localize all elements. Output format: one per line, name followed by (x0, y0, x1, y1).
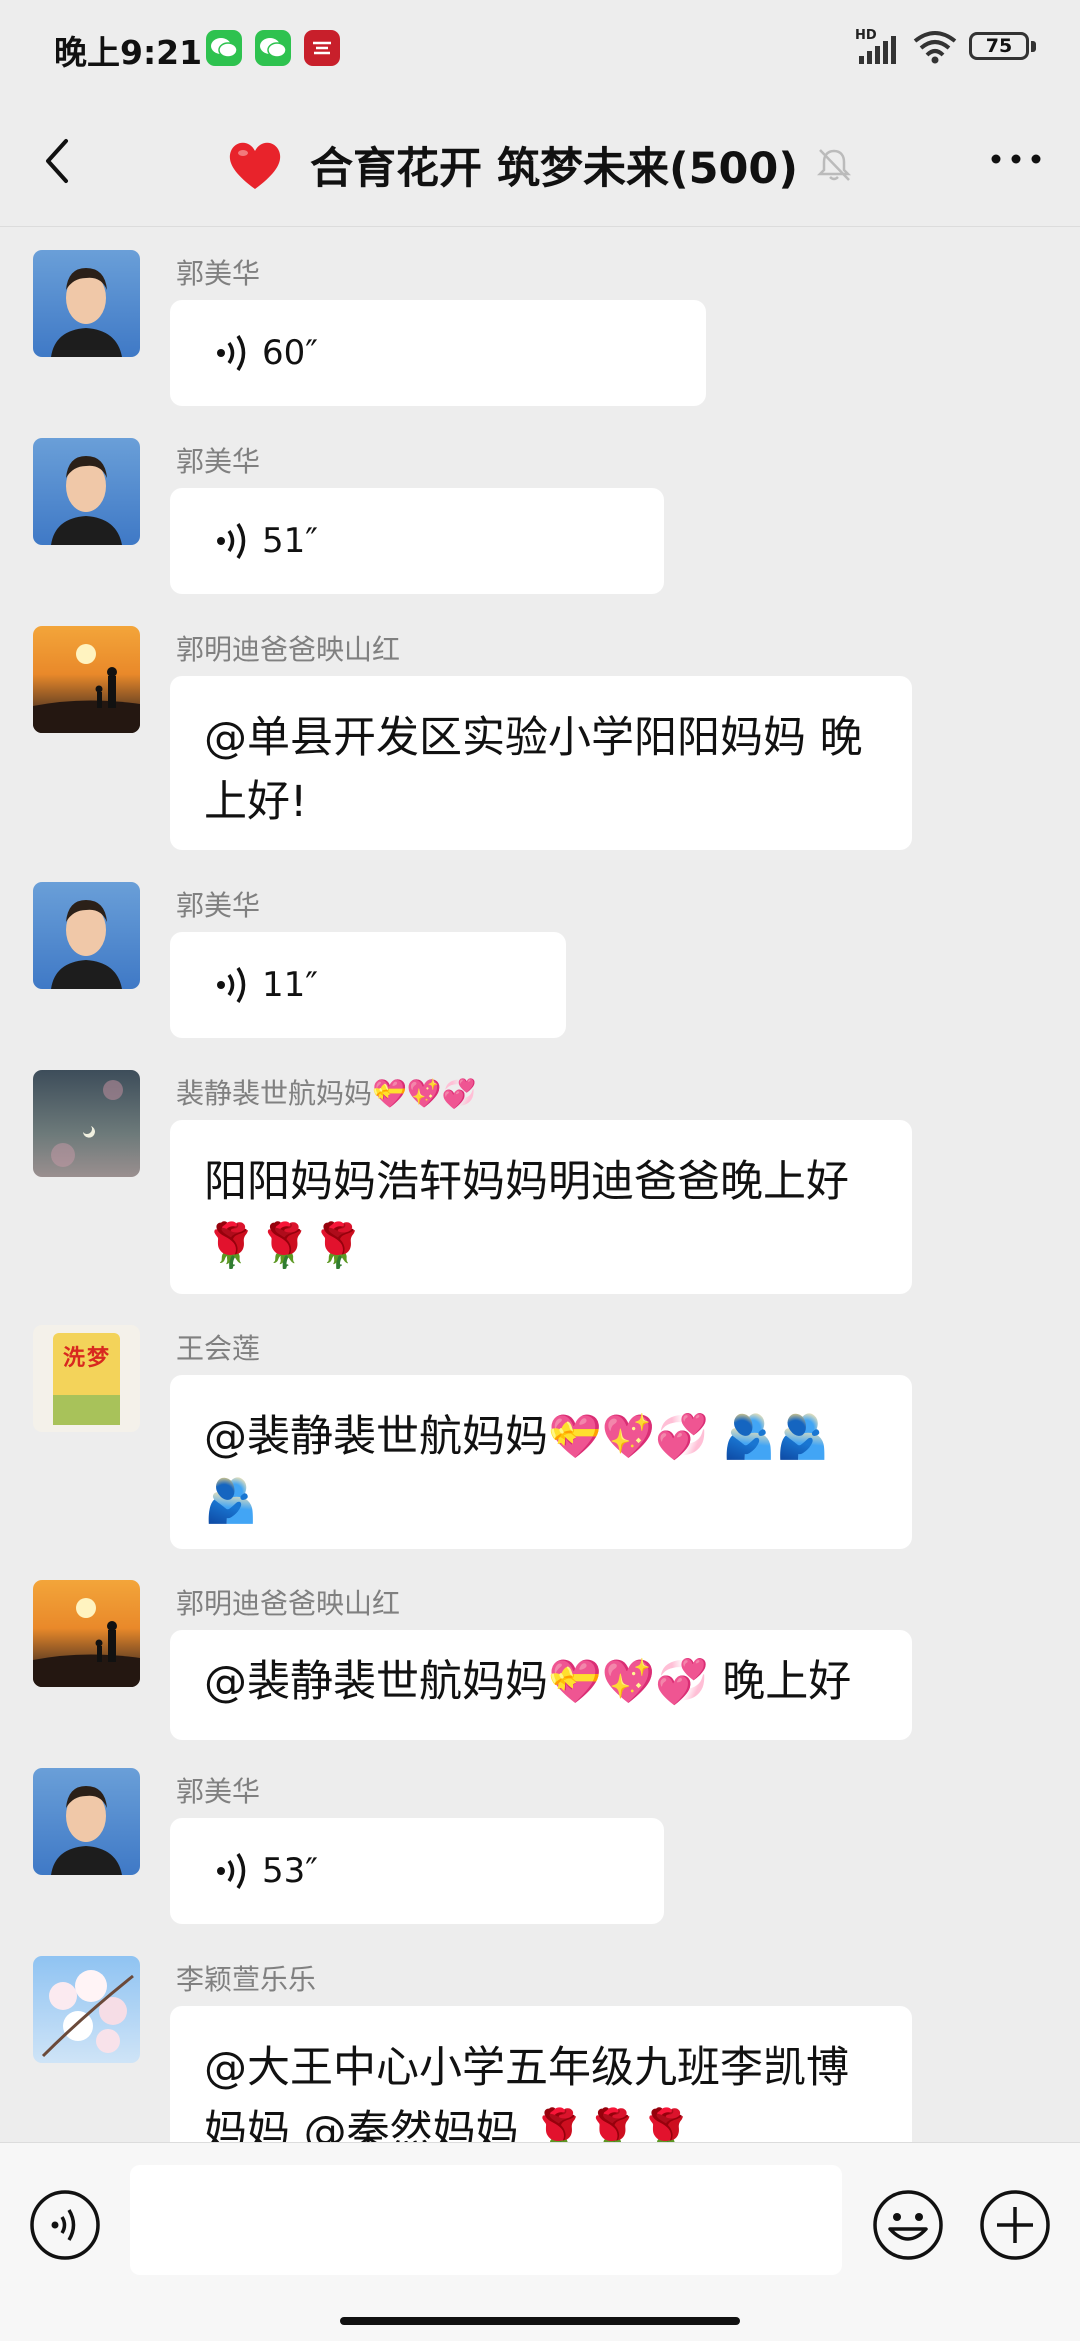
emoji-icon[interactable] (872, 2189, 944, 2261)
more-icon[interactable] (986, 144, 1046, 174)
avatar[interactable] (33, 1070, 140, 1177)
chat-title[interactable]: 合育花开 筑梦未来(500) (310, 134, 798, 196)
voice-duration: 53″ (262, 1851, 318, 1891)
voice-message[interactable]: 53″ (170, 1818, 664, 1924)
voice-icon (217, 335, 246, 371)
avatar[interactable] (33, 882, 140, 989)
voice-input-icon[interactable] (29, 2189, 101, 2261)
voice-message[interactable]: 60″ (170, 300, 706, 406)
sender-name: 李颖萱乐乐 (176, 1963, 317, 1996)
message-input[interactable] (130, 2165, 842, 2275)
status-bar: 晚上9:21 HD 75 (0, 0, 1080, 96)
avatar[interactable]: 洗梦 (33, 1325, 140, 1432)
voice-icon (217, 967, 246, 1003)
sender-name: 郭明迪爸爸映山红 (176, 1587, 401, 1620)
voice-duration: 11″ (262, 965, 318, 1005)
wechat-icon (255, 30, 291, 66)
text-message[interactable]: @裴静裴世航妈妈💝💖💞 🫂🫂🫂 (170, 1375, 912, 1549)
voice-duration: 60″ (262, 333, 318, 373)
text-message[interactable]: @裴静裴世航妈妈💝💖💞 晚上好 (170, 1630, 912, 1740)
mute-icon (817, 149, 852, 181)
text-message[interactable]: @单县开发区实验小学阳阳妈妈 晚上好! (170, 676, 912, 850)
avatar[interactable] (33, 250, 140, 357)
battery-tip (1031, 41, 1036, 52)
wifi-icon (913, 31, 957, 64)
status-indicators: HD 75 (855, 28, 1040, 68)
sender-name: 郭美华 (176, 445, 261, 478)
message-text: @裴静裴世航妈妈💝💖💞 晚上好 (204, 1657, 852, 1707)
sender-name: 王会莲 (176, 1332, 261, 1365)
avatar[interactable] (33, 1956, 140, 2063)
avatar[interactable] (33, 1768, 140, 1875)
message-text: @单县开发区实验小学阳阳妈妈 晚上好! (204, 713, 863, 827)
status-time: 晚上9:21 (54, 33, 203, 72)
title-wrap: 合育花开 筑梦未来(500) (0, 134, 1080, 196)
avatar[interactable] (33, 438, 140, 545)
wechat-icon (206, 30, 242, 66)
home-indicator[interactable] (340, 2317, 740, 2325)
battery-icon: 75 (969, 32, 1029, 60)
text-message[interactable]: 阳阳妈妈浩轩妈妈明迪爸爸晚上好🌹🌹🌹 (170, 1120, 912, 1294)
input-bar (0, 2142, 1080, 2341)
voice-icon (217, 523, 246, 559)
voice-message[interactable]: 11″ (170, 932, 566, 1038)
sender-name: 郭美华 (176, 889, 261, 922)
svg-text:梦: 梦 (87, 1345, 110, 1371)
voice-duration: 51″ (262, 521, 318, 561)
signal-icon (859, 36, 896, 64)
sender-name: 裴静裴世航妈妈💝💖💞 (176, 1077, 477, 1110)
heart-icon (229, 142, 281, 189)
battery-level: 75 (985, 35, 1013, 57)
chat-header: 合育花开 筑梦未来(500) (0, 96, 1080, 227)
sender-name: 郭美华 (176, 257, 261, 290)
message-text: @裴静裴世航妈妈💝💖💞 🫂🫂🫂 (204, 1412, 830, 1526)
voice-icon (217, 1853, 246, 1889)
message-text: 阳阳妈妈浩轩妈妈明迪爸爸晚上好🌹🌹🌹 (204, 1157, 849, 1271)
voice-message[interactable]: 51″ (170, 488, 664, 594)
sender-name: 郭明迪爸爸映山红 (176, 633, 401, 666)
avatar[interactable] (33, 1580, 140, 1687)
svg-text:洗: 洗 (63, 1346, 85, 1371)
plus-icon[interactable] (979, 2189, 1051, 2261)
avatar[interactable] (33, 626, 140, 733)
red-app-icon (304, 30, 340, 66)
sender-name: 郭美华 (176, 1775, 261, 1808)
